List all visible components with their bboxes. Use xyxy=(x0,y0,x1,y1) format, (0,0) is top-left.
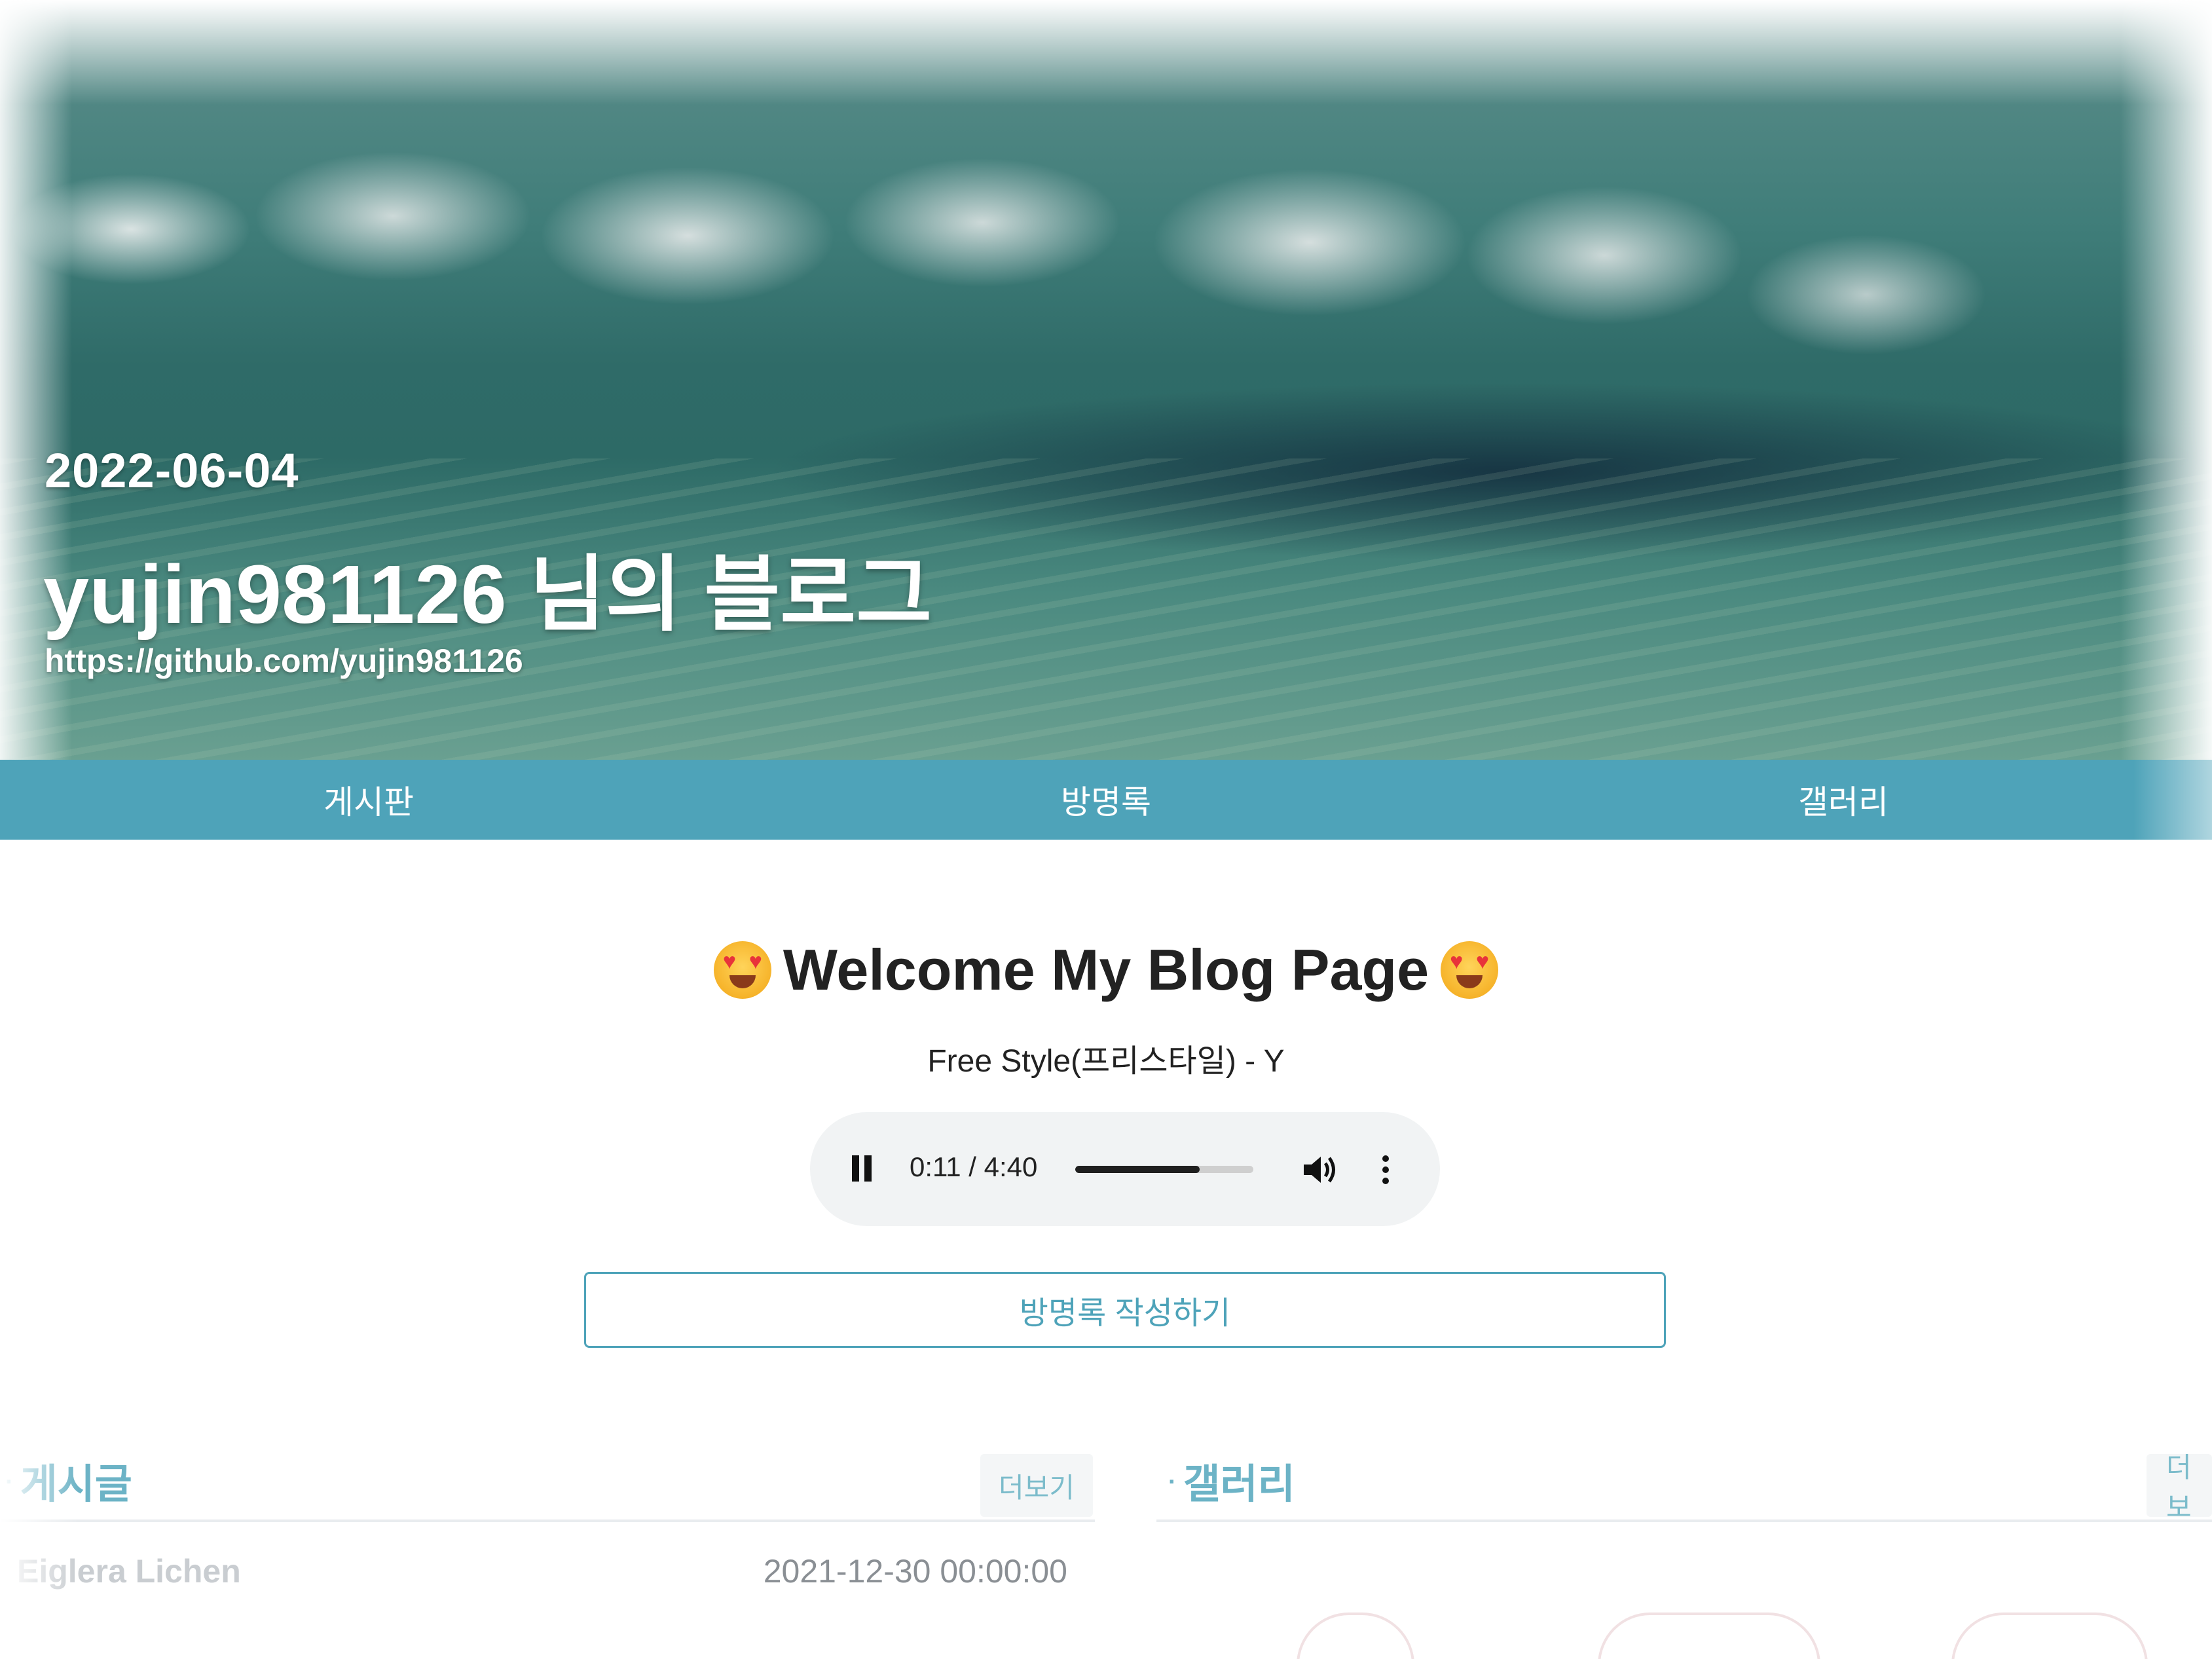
posts-divider xyxy=(0,1519,1095,1522)
hero-fade-right xyxy=(2120,0,2212,762)
gallery-more-button[interactable]: 더보 xyxy=(2147,1452,2212,1523)
pause-icon[interactable] xyxy=(851,1155,873,1182)
playback-time: 0:11 / 4:40 xyxy=(910,1151,1038,1182)
write-guestbook-button[interactable]: 방명록 작성하기 xyxy=(584,1272,1666,1348)
gallery-section-label: 갤러리 xyxy=(1183,1462,1295,1507)
gallery-thumbnail[interactable] xyxy=(1297,1612,1414,1659)
heart-eyes-emoji-icon xyxy=(1441,941,1499,999)
nav-item-board[interactable]: 게시판 xyxy=(0,760,737,840)
gallery-section-title: · 갤러리 xyxy=(1168,1451,1295,1510)
gallery-thumbnail[interactable] xyxy=(1598,1612,1820,1659)
audio-player: 0:11 / 4:40 xyxy=(810,1112,1440,1226)
nav-fade-right xyxy=(2133,760,2212,840)
main-nav: 게시판 방명록 갤러리 xyxy=(0,760,2212,840)
blog-title: yujin981126 님의 블로그 xyxy=(43,548,932,641)
song-title: Free Style(프리스타일) - Y xyxy=(927,1044,1285,1079)
welcome-heading: Welcome My Blog Page xyxy=(0,937,2212,1003)
blog-page: 2022-06-04 yujin981126 님의 블로그 https://gi… xyxy=(0,0,2212,1659)
volume-icon[interactable] xyxy=(1301,1151,1340,1188)
bullet-dot: · xyxy=(1168,1468,1177,1496)
welcome-text: Welcome My Blog Page xyxy=(783,937,1429,1002)
nav-item-guestbook[interactable]: 방명록 xyxy=(737,760,1475,840)
heart-eyes-emoji-icon xyxy=(713,941,771,999)
hero-banner: 2022-06-04 yujin981126 님의 블로그 https://gi… xyxy=(0,0,2212,762)
playback-progress-fill xyxy=(1075,1166,1200,1173)
post-date: 2021-12-30 00:00:00 xyxy=(763,1553,1067,1590)
playback-progress-bar[interactable] xyxy=(1075,1166,1253,1173)
hero-fade-top xyxy=(0,0,2212,105)
content-fade-left xyxy=(0,1428,79,1659)
posts-more-button[interactable]: 더보기 xyxy=(980,1454,1093,1517)
gallery-divider xyxy=(1156,1519,2212,1522)
hero-wave-foam xyxy=(0,85,2212,360)
gallery-thumbnail[interactable] xyxy=(1951,1612,2148,1659)
table-row[interactable]: Eiglera Lichen 2021-12-30 00:00:00 xyxy=(0,1552,1080,1598)
more-options-icon[interactable] xyxy=(1378,1151,1392,1188)
github-link[interactable]: https://github.com/yujin981126 xyxy=(45,642,523,680)
nav-item-gallery[interactable]: 갤러리 xyxy=(1475,760,2212,840)
hero-date: 2022-06-04 xyxy=(45,443,299,498)
